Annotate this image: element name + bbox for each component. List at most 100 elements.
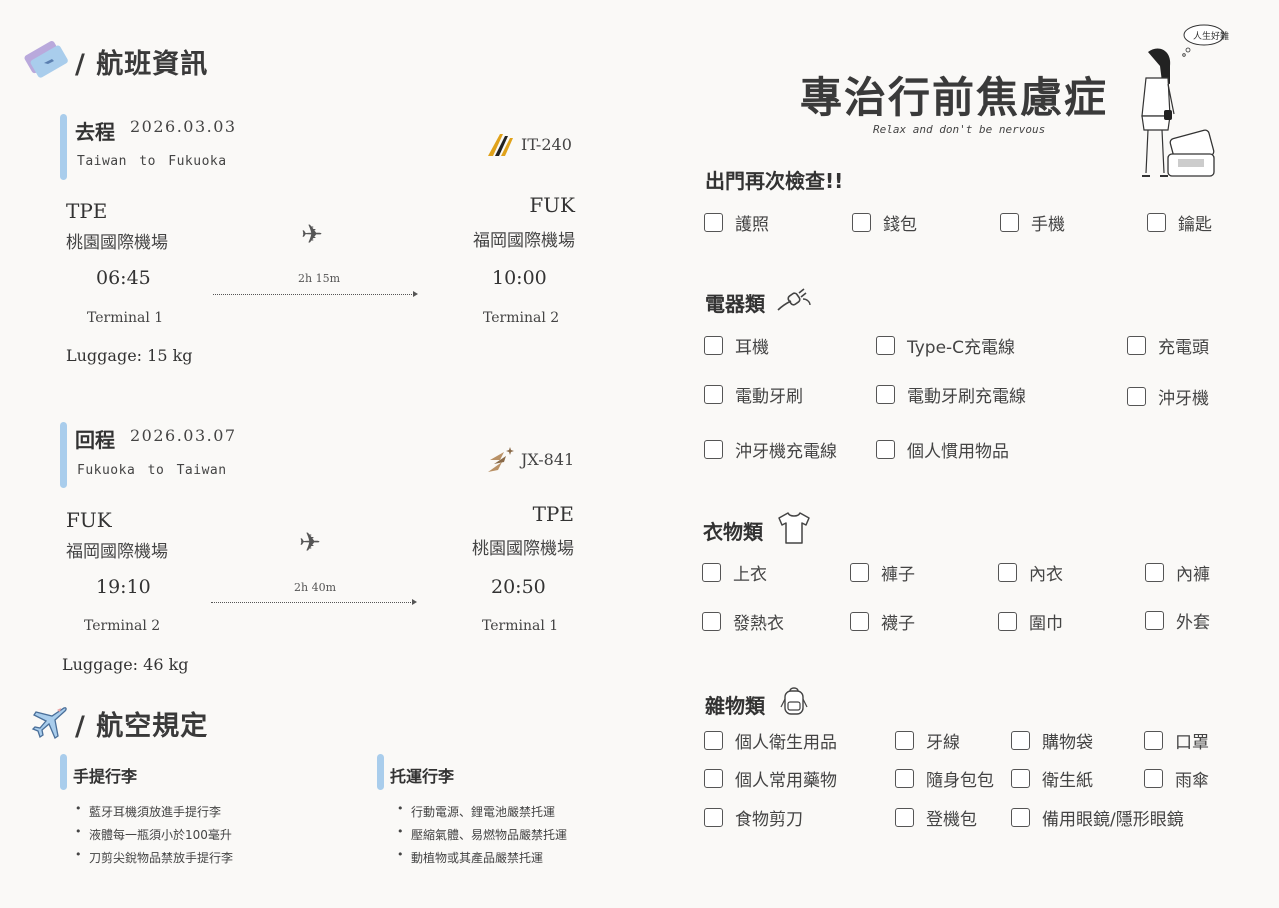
checkbox[interactable]: [1144, 769, 1163, 788]
list-item: 動植物或其產品嚴禁托運: [397, 848, 567, 866]
carry-on-accent-bar: [60, 754, 67, 790]
checkbox[interactable]: [704, 731, 723, 750]
misc-title: 雜物類: [705, 694, 765, 718]
checklist-item-label: 沖牙機充電線: [735, 442, 837, 462]
checklist-item[interactable]: 圍巾: [998, 609, 1063, 634]
checklist-item[interactable]: 個人慣用物品: [876, 437, 1009, 462]
checklist-item[interactable]: Type-C充電線: [876, 333, 1015, 358]
checklist-item[interactable]: 襪子: [850, 609, 915, 634]
checklist-item[interactable]: 內衣: [998, 560, 1063, 585]
checklist-item[interactable]: 錢包: [852, 210, 917, 235]
checkbox[interactable]: [1011, 769, 1030, 788]
checklist-item[interactable]: 購物袋: [1011, 728, 1093, 753]
return-depart-terminal: Terminal 2: [84, 618, 161, 634]
checkbox[interactable]: [998, 563, 1017, 582]
checkbox[interactable]: [704, 808, 723, 827]
checklist-item[interactable]: 口罩: [1144, 728, 1209, 753]
plug-icon: [777, 288, 811, 311]
return-accent-bar: [60, 422, 67, 488]
checklist-item-label: 隨身包包: [926, 771, 994, 791]
checkbox[interactable]: [895, 808, 914, 827]
checklist-item-label: Type-C充電線: [907, 338, 1016, 358]
checkbox[interactable]: [1000, 213, 1019, 232]
checklist-item[interactable]: 電動牙刷充電線: [876, 382, 1026, 407]
checklist-item[interactable]: 隨身包包: [895, 766, 994, 791]
checkbox[interactable]: [998, 612, 1017, 631]
checklist-item[interactable]: 沖牙機充電線: [704, 437, 837, 462]
flight-path-line: [211, 599, 417, 605]
checklist-item[interactable]: 電動牙刷: [704, 382, 803, 407]
checklist-item-label: 鑰匙: [1178, 215, 1212, 235]
checklist-item[interactable]: 護照: [704, 210, 769, 235]
checklist-item[interactable]: 上衣: [702, 560, 767, 585]
checklist-item-label: 內褲: [1176, 565, 1210, 585]
return-route: Fukuoka to Taiwan: [77, 463, 227, 478]
checklist-item[interactable]: 外套: [1145, 608, 1210, 633]
thought-bubble-text: 人生好難: [1193, 32, 1230, 42]
checkbox[interactable]: [1145, 563, 1164, 582]
outbound-date: 2026.03.03: [130, 117, 237, 136]
checklist-item[interactable]: 牙線: [895, 728, 960, 753]
ticket-icon: [24, 40, 68, 78]
checklist-item-label: 圍巾: [1029, 614, 1063, 634]
checkbox[interactable]: [895, 769, 914, 788]
checklist-item[interactable]: 褲子: [850, 560, 915, 585]
checklist-item[interactable]: 鑰匙: [1147, 210, 1212, 235]
checkbox[interactable]: [704, 440, 723, 459]
checklist-item[interactable]: 雨傘: [1144, 766, 1209, 791]
checklist-item[interactable]: 登機包: [895, 805, 977, 830]
checkbox[interactable]: [895, 731, 914, 750]
outbound-depart-terminal: Terminal 1: [87, 310, 164, 326]
checkbox[interactable]: [1011, 808, 1030, 827]
outbound-origin-code: TPE: [66, 199, 108, 223]
checklist-item-label: 個人常用藥物: [735, 771, 837, 791]
checklist-item-label: 褲子: [881, 565, 915, 585]
checkbox[interactable]: [1144, 731, 1163, 750]
checkbox[interactable]: [702, 612, 721, 631]
checkbox[interactable]: [1011, 731, 1030, 750]
girl-illustration-icon: [1141, 24, 1225, 177]
checklist-item[interactable]: 手機: [1000, 210, 1065, 235]
checkbox[interactable]: [876, 385, 895, 404]
checklist-item[interactable]: 食物剪刀: [704, 805, 803, 830]
return-dest-code: TPE: [532, 502, 574, 526]
checkbox[interactable]: [876, 336, 895, 355]
outbound-luggage: Luggage: 15 kg: [66, 346, 193, 365]
checkbox[interactable]: [1147, 213, 1166, 232]
checklist-item[interactable]: 個人衛生用品: [704, 728, 837, 753]
checklist-item-label: 口罩: [1175, 733, 1209, 753]
checklist-item[interactable]: 衛生紙: [1011, 766, 1093, 791]
checkbox[interactable]: [850, 563, 869, 582]
checklist-item-label: 衛生紙: [1042, 771, 1093, 791]
outbound-arrive-time: 10:00: [492, 267, 547, 289]
outbound-duration: 2h 15m: [298, 272, 341, 285]
checkbox[interactable]: [1127, 387, 1146, 406]
return-luggage: Luggage: 46 kg: [62, 655, 189, 674]
checkbox[interactable]: [850, 612, 869, 631]
outbound-arrive-terminal: Terminal 2: [483, 310, 560, 326]
checklist-item[interactable]: 沖牙機: [1127, 384, 1209, 409]
checklist-item[interactable]: 備用眼鏡/隱形眼鏡: [1011, 805, 1184, 830]
checklist-item[interactable]: 充電頭: [1127, 333, 1209, 358]
checklist-item[interactable]: 內褲: [1145, 560, 1210, 585]
checklist-item-label: 個人衛生用品: [735, 733, 837, 753]
checkbox[interactable]: [1145, 611, 1164, 630]
backpack-icon: [780, 687, 808, 715]
checkbox[interactable]: [1127, 336, 1146, 355]
checkbox[interactable]: [852, 213, 871, 232]
checklist-item-label: 沖牙機: [1158, 389, 1209, 409]
return-depart-time: 19:10: [96, 576, 151, 598]
checklist-item-label: 發熱衣: [733, 614, 784, 634]
checkbox[interactable]: [876, 440, 895, 459]
checklist-item-label: 手機: [1031, 215, 1065, 235]
checklist-item-label: 護照: [735, 215, 769, 235]
checkbox[interactable]: [704, 769, 723, 788]
checklist-item-label: 襪子: [881, 614, 915, 634]
checkbox[interactable]: [704, 385, 723, 404]
checklist-item[interactable]: 耳機: [704, 333, 769, 358]
checklist-item[interactable]: 發熱衣: [702, 609, 784, 634]
checkbox[interactable]: [704, 336, 723, 355]
checkbox[interactable]: [702, 563, 721, 582]
checklist-item[interactable]: 個人常用藥物: [704, 766, 837, 791]
checkbox[interactable]: [704, 213, 723, 232]
